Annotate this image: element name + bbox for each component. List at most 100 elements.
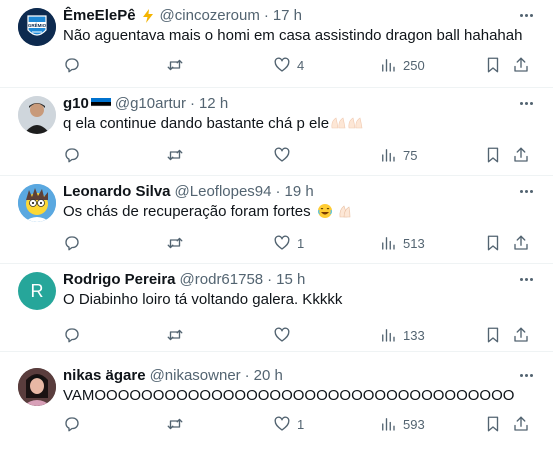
views-icon: [382, 418, 395, 431]
bookmark-button[interactable]: [484, 145, 502, 165]
view-count: 593: [403, 416, 425, 432]
views-button[interactable]: 593: [379, 414, 425, 434]
flag-icon: [90, 98, 111, 110]
share-button[interactable]: [512, 145, 530, 165]
timestamp[interactable]: 12 h: [199, 94, 228, 114]
reply-button[interactable]: [63, 55, 81, 75]
avatar[interactable]: [18, 368, 56, 406]
tweet-text: VAMOOOOOOOOOOOOOOOOOOOOOOOOOOOOOOOOOOOO: [63, 387, 515, 404]
avatar[interactable]: GRÊMIO: [18, 8, 56, 46]
bookmark-button[interactable]: [484, 233, 502, 253]
more-icon[interactable]: [517, 184, 535, 198]
view-count: 75: [403, 147, 418, 163]
reply-icon: [65, 417, 79, 432]
tweet[interactable]: nikas ägare @nikasowner · 20 h VAMOOOOOO…: [0, 352, 553, 453]
avatar[interactable]: R: [18, 272, 56, 310]
like-icon: [274, 147, 290, 162]
retweet-button[interactable]: [166, 414, 184, 434]
tweet-header: nikas ägare @nikasowner · 20 h: [63, 366, 283, 386]
tweet-text: O Diabinho loiro tá voltando galera. Kkk…: [63, 291, 343, 308]
retweet-icon: [167, 329, 183, 341]
share-icon: [514, 416, 528, 431]
view-count: 250: [403, 57, 425, 73]
like-button[interactable]: 1: [273, 233, 304, 253]
more-icon[interactable]: [517, 8, 535, 22]
reply-button[interactable]: [63, 325, 81, 345]
views-button[interactable]: 250: [379, 55, 425, 75]
retweet-button[interactable]: [166, 55, 184, 75]
reply-button[interactable]: [63, 145, 81, 165]
author-name[interactable]: ÊmeElePê: [63, 6, 136, 26]
author-name[interactable]: Rodrigo Pereira: [63, 270, 176, 290]
timestamp[interactable]: 19 h: [285, 182, 314, 202]
views-icon: [382, 59, 395, 72]
share-button[interactable]: [512, 325, 530, 345]
retweet-icon: [167, 59, 183, 71]
author-name[interactable]: nikas ägare: [63, 366, 146, 386]
more-icon[interactable]: [517, 96, 535, 110]
retweet-button[interactable]: [166, 145, 184, 165]
timestamp[interactable]: 20 h: [254, 366, 283, 386]
action-bar: 4 250: [0, 55, 553, 75]
author-name[interactable]: Leonardo Silva: [63, 182, 171, 202]
reply-icon: [65, 148, 79, 163]
like-icon: [274, 327, 290, 342]
like-count: 4: [297, 57, 305, 73]
tweet-text-row: q ela continue dando bastante chá p ele: [63, 114, 365, 134]
reply-icon: [65, 58, 79, 73]
tweet[interactable]: R Rodrigo Pereira @rodr61758 · 15 h O Di…: [0, 264, 553, 352]
views-icon: [382, 149, 395, 162]
reply-button[interactable]: [63, 414, 81, 434]
bookmark-icon: [487, 327, 499, 343]
bookmark-button[interactable]: [484, 325, 502, 345]
bookmark-button[interactable]: [484, 414, 502, 434]
bookmark-button[interactable]: [484, 55, 502, 75]
share-button[interactable]: [512, 233, 530, 253]
lightning-icon: [142, 9, 153, 23]
bookmark-icon: [487, 147, 499, 163]
reply-feed: GRÊMIO ÊmeElePê @cincozeroum · 17 h Não …: [0, 0, 553, 453]
view-count: 133: [403, 327, 425, 343]
separator-dot: ·: [189, 95, 195, 112]
like-button[interactable]: [273, 145, 297, 165]
tweet[interactable]: Leonardo Silva @Leoflopes94 · 19 h Os ch…: [0, 176, 553, 264]
action-bar: 75: [0, 145, 553, 165]
views-button[interactable]: 75: [379, 145, 417, 165]
laughing-emoji-icon: [317, 204, 332, 218]
tweet[interactable]: g10 @g10artur · 12 h q ela continue dand…: [0, 88, 553, 176]
avatar[interactable]: [18, 96, 56, 134]
more-icon[interactable]: [517, 272, 535, 286]
tweet-text-row: Os chás de recuperação foram fortes: [63, 202, 353, 222]
avatar-photo: [18, 368, 56, 406]
avatar[interactable]: [18, 184, 56, 222]
share-button[interactable]: [512, 55, 530, 75]
author-handle[interactable]: @g10artur: [115, 94, 186, 114]
separator-dot: ·: [275, 183, 281, 200]
like-button[interactable]: [273, 325, 297, 345]
author-handle[interactable]: @Leoflopes94: [175, 182, 272, 202]
views-button[interactable]: 133: [379, 325, 425, 345]
share-button[interactable]: [512, 414, 530, 434]
share-icon: [514, 327, 528, 342]
more-icon[interactable]: [517, 368, 535, 382]
views-button[interactable]: 513: [379, 233, 425, 253]
like-icon: [274, 57, 290, 72]
author-handle[interactable]: @nikasowner: [150, 366, 241, 386]
author-name[interactable]: g10: [63, 94, 89, 114]
tweet-header: g10 @g10artur · 12 h: [63, 94, 228, 114]
tweet[interactable]: GRÊMIO ÊmeElePê @cincozeroum · 17 h Não …: [0, 0, 553, 88]
author-handle[interactable]: @rodr61758: [180, 270, 264, 290]
like-button[interactable]: 1: [273, 414, 304, 434]
tweet-text: Não aguentava mais o homi em casa assist…: [63, 27, 523, 44]
timestamp[interactable]: 15 h: [276, 270, 305, 290]
like-button[interactable]: 4: [273, 55, 304, 75]
author-handle[interactable]: @cincozeroum: [160, 6, 260, 26]
retweet-button[interactable]: [166, 325, 184, 345]
separator-dot: ·: [263, 7, 269, 24]
retweet-button[interactable]: [166, 233, 184, 253]
reply-icon: [65, 236, 79, 251]
reply-icon: [65, 328, 79, 343]
reply-button[interactable]: [63, 233, 81, 253]
timestamp[interactable]: 17 h: [273, 6, 302, 26]
action-bar: 1 513: [0, 233, 553, 253]
